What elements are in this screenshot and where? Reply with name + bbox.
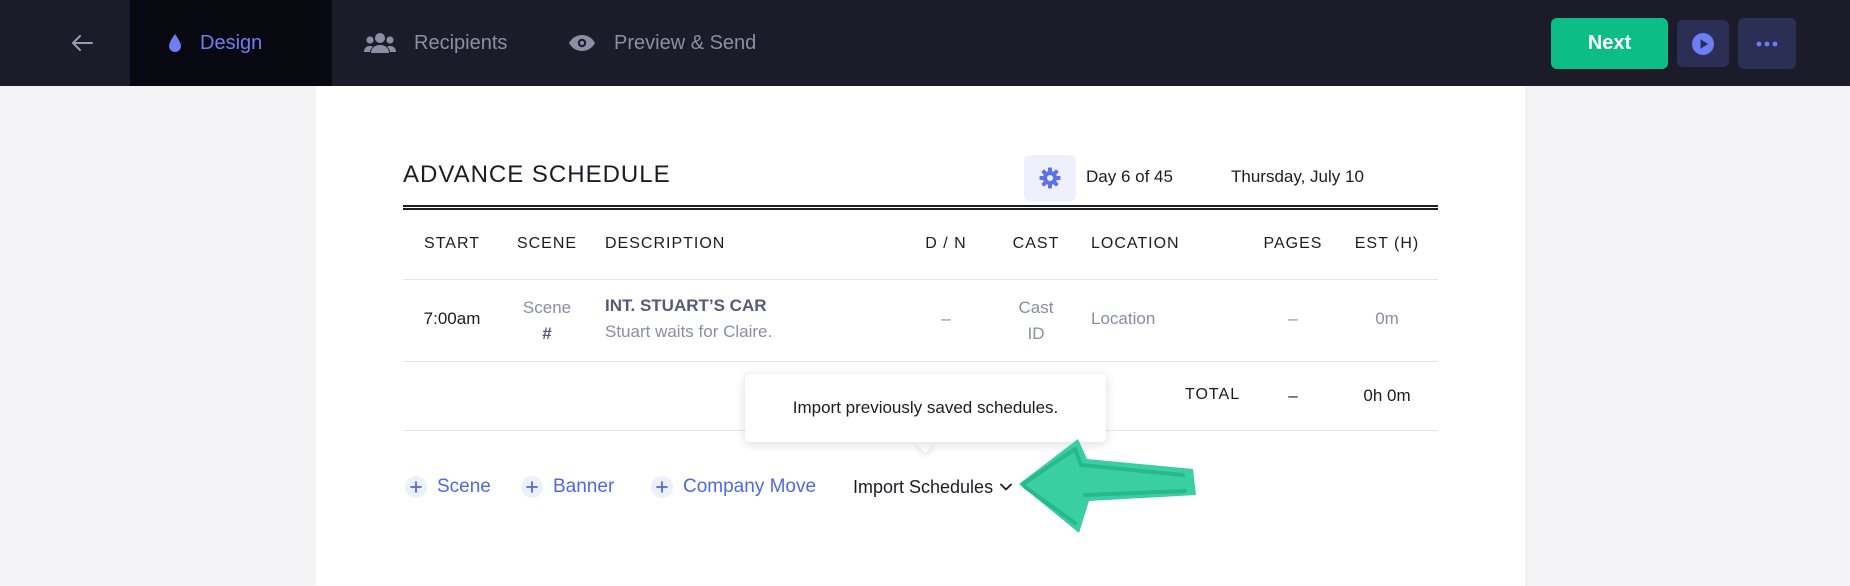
column-header-start: START [424, 235, 480, 252]
gear-icon [1039, 167, 1061, 189]
plus-icon [521, 476, 543, 498]
tab-recipients-label: Recipients [414, 31, 508, 54]
add-scene-label: Scene [437, 476, 491, 497]
row-pages[interactable]: – [1288, 309, 1297, 329]
import-schedules-label: Import Schedules [853, 476, 994, 497]
schedule-title: ADVANCE SCHEDULE [403, 161, 671, 188]
play-button[interactable] [1677, 20, 1729, 67]
plus-icon [651, 476, 673, 498]
row-estimate[interactable]: 0m [1375, 309, 1399, 329]
top-nav-bar: Design Recipients Preview & Send Next [0, 0, 1850, 86]
row-start-time[interactable]: 7:00am [424, 309, 481, 329]
column-header-day-night: D / N [925, 235, 967, 252]
schedule-date: Thursday, July 10 [1231, 167, 1364, 186]
column-header-cast: CAST [1012, 235, 1060, 252]
add-banner-label: Banner [553, 476, 615, 497]
tab-preview-label: Preview & Send [614, 31, 757, 54]
row-description-title[interactable]: INT. STUART’S CAR [605, 296, 767, 316]
tab-preview-send[interactable]: Preview & Send [568, 0, 756, 86]
settings-button[interactable] [1024, 155, 1076, 201]
row-scene-label: Scene [522, 298, 572, 317]
more-options-button[interactable] [1738, 18, 1796, 69]
next-button[interactable]: Next [1551, 18, 1668, 69]
column-header-location: LOCATION [1091, 235, 1180, 252]
add-company-move-button[interactable]: Company Move [651, 472, 816, 502]
add-banner-button[interactable]: Banner [521, 472, 614, 502]
row-description-text[interactable]: Stuart waits for Claire. [605, 322, 772, 342]
add-scene-button[interactable]: Scene [405, 472, 491, 502]
play-circle-icon [1692, 32, 1714, 55]
tab-design[interactable]: Design [130, 0, 332, 86]
row-location[interactable]: Location [1091, 309, 1155, 329]
plus-icon [405, 476, 427, 498]
row-scene-number[interactable]: Scene # [523, 295, 571, 347]
row-cast-label: Cast [1018, 298, 1054, 317]
row-scene-hash: # [542, 324, 552, 343]
import-tooltip: Import previously saved schedules. [745, 374, 1106, 442]
row-divider [403, 361, 1438, 362]
day-counter: Day 6 of 45 [1086, 167, 1173, 186]
total-label: TOTAL [1185, 386, 1241, 403]
total-estimate: 0h 0m [1363, 386, 1411, 405]
users-icon [364, 33, 396, 53]
row-cast-id[interactable]: Cast ID [1019, 295, 1054, 347]
total-pages: – [1288, 386, 1298, 405]
tab-recipients[interactable]: Recipients [364, 0, 507, 86]
arrow-left-icon [72, 35, 93, 51]
import-schedules-dropdown[interactable]: Import Schedules [853, 472, 1013, 502]
add-company-move-label: Company Move [683, 476, 817, 497]
title-divider [403, 205, 1438, 210]
header-divider [403, 279, 1438, 280]
column-header-description: DESCRIPTION [605, 235, 726, 252]
eye-icon [569, 35, 595, 51]
column-header-scene: SCENE [516, 235, 578, 252]
column-header-pages: PAGES [1263, 235, 1323, 252]
annotation-arrow-icon [1019, 439, 1196, 533]
back-button[interactable] [58, 22, 106, 64]
chevron-down-icon [1000, 483, 1012, 491]
row-cast-id-label: ID [1027, 324, 1045, 343]
column-header-est: EST (H) [1354, 235, 1420, 252]
tab-design-label: Design [200, 31, 263, 54]
drop-icon [169, 34, 181, 52]
row-day-night[interactable]: – [941, 309, 950, 329]
ellipsis-icon [1756, 41, 1778, 46]
